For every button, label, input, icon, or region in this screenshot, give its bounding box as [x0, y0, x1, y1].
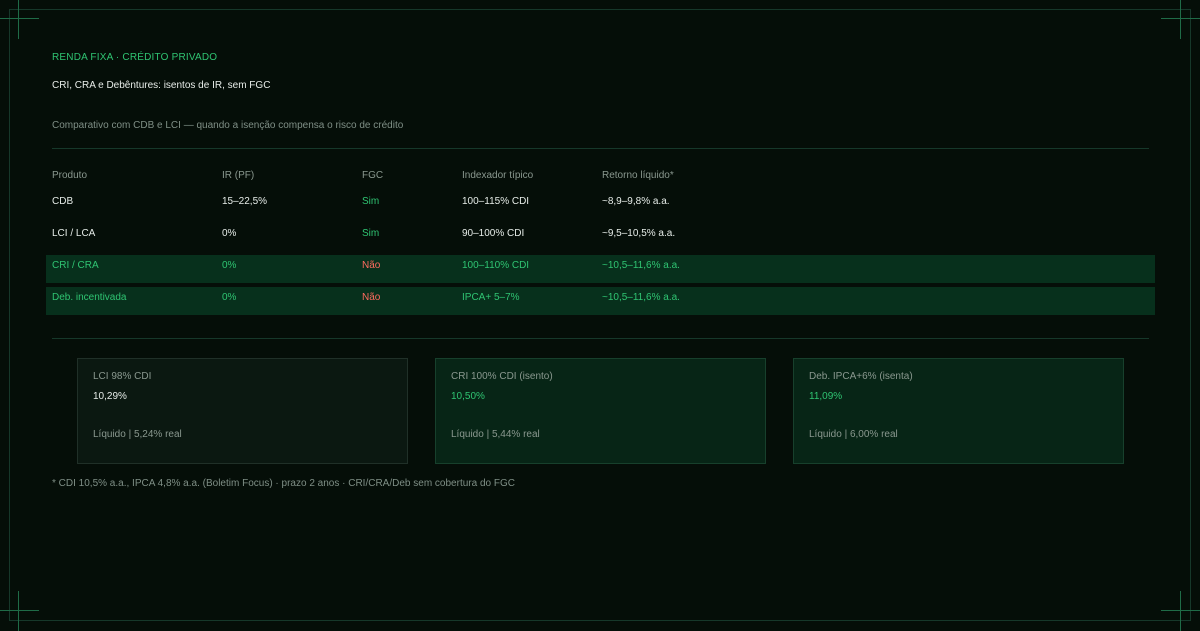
table-row-cri-indexador: 100–110% CDI — [462, 260, 530, 271]
scenario-card-detail: Líquido | 5,44% real — [451, 429, 540, 440]
table-row-cdb-indexador: 100–115% CDI — [462, 196, 530, 207]
table-row-deb-indexador: IPCA+ 5–7% — [462, 292, 520, 303]
table-row-cri-ir: 0% — [222, 260, 237, 271]
scenario-card-value: 11,09% — [809, 391, 843, 402]
table-row-deb-produto: Deb. incentivada — [52, 292, 127, 303]
corner-mark-bottom-left — [0, 591, 39, 631]
column-header-fgc: FGC — [362, 170, 384, 181]
divider-middle — [52, 338, 1149, 339]
corner-mark-top-right — [1161, 0, 1200, 39]
table-row-lci-indexador: 90–100% CDI — [462, 228, 525, 239]
table-row-cri-retorno: ~10,5–11,6% a.a. — [602, 260, 680, 271]
corner-mark-bottom-right — [1161, 591, 1200, 631]
footnote: * CDI 10,5% a.a., IPCA 4,8% a.a. (Boleti… — [52, 478, 515, 489]
divider-top — [52, 148, 1149, 149]
section-eyebrow: RENDA FIXA · CRÉDITO PRIVADO — [52, 52, 218, 63]
column-header-retorno: Retorno líquido* — [602, 170, 674, 181]
column-header-indexador: Indexador típico — [462, 170, 534, 181]
table-row-deb-highlight — [46, 287, 1155, 315]
table-row-cdb-ir: 15–22,5% — [222, 196, 268, 207]
table-row-cdb-fgc: Sim — [362, 196, 380, 207]
page-subtitle: Comparativo com CDB e LCI — quando a ise… — [52, 120, 404, 131]
table-row-lci-ir: 0% — [222, 228, 237, 239]
table-row-lci-retorno: ~9,5–10,5% a.a. — [602, 228, 676, 239]
corner-mark-top-left — [0, 0, 39, 39]
scenario-card-label: CRI 100% CDI (isento) — [451, 371, 553, 382]
table-row-deb-fgc: Não — [362, 292, 381, 303]
scenario-card-debenture: Deb. IPCA+6% (isenta) 11,09% Líquido | 6… — [793, 358, 1124, 464]
table-row-deb-retorno: ~10,5–11,6% a.a. — [602, 292, 680, 303]
scenario-card-label: Deb. IPCA+6% (isenta) — [809, 371, 913, 382]
page-title: CRI, CRA e Debêntures: isentos de IR, se… — [52, 80, 271, 91]
scenario-card-detail: Líquido | 6,00% real — [809, 429, 898, 440]
column-header-ir: IR (PF) — [222, 170, 255, 181]
table-row-lci-fgc: Sim — [362, 228, 380, 239]
table-row-cri-fgc: Não — [362, 260, 381, 271]
table-row-deb-ir: 0% — [222, 292, 237, 303]
table-row-cdb-produto: CDB — [52, 196, 74, 207]
scenario-card-value: 10,50% — [451, 391, 485, 402]
table-row-cdb-retorno: ~8,9–9,8% a.a. — [602, 196, 670, 207]
table-row-lci-produto: LCI / LCA — [52, 228, 96, 239]
scenario-card-label: LCI 98% CDI — [93, 371, 152, 382]
scenario-card-value: 10,29% — [93, 391, 127, 402]
table-row-cri-produto: CRI / CRA — [52, 260, 99, 271]
scenario-card-detail: Líquido | 5,24% real — [93, 429, 182, 440]
column-header-produto: Produto — [52, 170, 88, 181]
table-row-cri-highlight — [46, 255, 1155, 283]
scenario-card-lci: LCI 98% CDI 10,29% Líquido | 5,24% real — [77, 358, 408, 464]
scenario-card-cri: CRI 100% CDI (isento) 10,50% Líquido | 5… — [435, 358, 766, 464]
page-frame — [9, 9, 1191, 621]
